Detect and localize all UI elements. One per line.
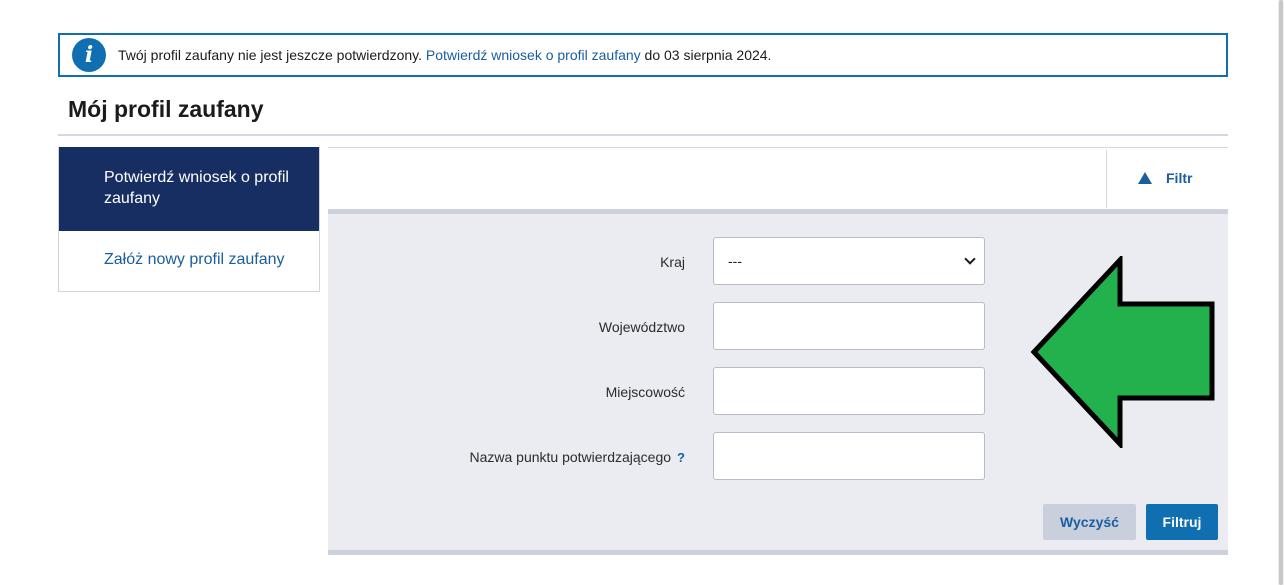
arrow-left-icon [1030, 256, 1215, 448]
city-input[interactable] [713, 367, 985, 415]
filter-toggle-button[interactable]: Filtr [1138, 170, 1192, 186]
point-name-input[interactable] [713, 432, 985, 480]
voivodeship-label: Województwo [598, 319, 685, 335]
label-column: Kraj Województwo Miejscowość Nazwa punkt… [0, 0, 685, 585]
help-icon[interactable]: ? [677, 450, 685, 465]
filter-toggle-label: Filtr [1166, 170, 1193, 186]
point-name-label-text: Nazwa punktu potwierdzającego [469, 449, 672, 465]
point-name-label: Nazwa punktu potwierdzającego? [469, 449, 685, 465]
clear-button[interactable]: Wyczyść [1043, 504, 1136, 540]
voivodeship-input[interactable] [713, 302, 985, 350]
filter-button[interactable]: Filtruj [1146, 504, 1218, 540]
chevron-down-icon [964, 253, 976, 265]
country-select[interactable]: --- [713, 237, 985, 285]
country-label: Kraj [660, 254, 685, 270]
country-select-value: --- [728, 253, 742, 269]
filter-header-divider [1106, 150, 1107, 208]
city-label: Miejscowość [605, 384, 685, 400]
triangle-up-icon [1138, 172, 1152, 184]
scrollbar-thumb[interactable] [1279, 0, 1283, 585]
